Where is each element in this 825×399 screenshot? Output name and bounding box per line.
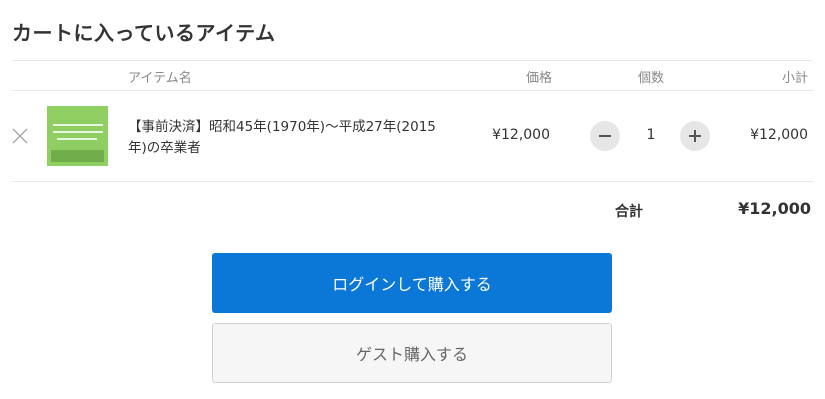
- close-icon: [12, 128, 28, 144]
- remove-item-button[interactable]: [10, 126, 30, 146]
- column-header-item: アイテム名: [128, 71, 192, 86]
- guest-purchase-label: ゲスト購入する: [355, 345, 468, 364]
- quantity-decrease-button[interactable]: [590, 121, 620, 151]
- login-purchase-label: ログインして購入する: [332, 275, 492, 294]
- page-title: カートに入っているアイテム: [12, 21, 276, 45]
- row-subtotal: ¥12,000: [750, 127, 808, 143]
- total-label: 合計: [615, 204, 643, 220]
- column-header-subtotal: 小計: [781, 71, 808, 86]
- product-name[interactable]: 【事前決済】昭和45年(1970年)～平成27年(2015年)の卒業者: [128, 117, 448, 159]
- divider: [12, 60, 813, 61]
- login-purchase-button[interactable]: ログインして購入する: [212, 253, 612, 313]
- divider: [12, 90, 813, 91]
- product-thumbnail[interactable]: [47, 106, 108, 166]
- guest-purchase-button[interactable]: ゲスト購入する: [212, 323, 612, 383]
- divider: [12, 181, 813, 182]
- column-header-price: 価格: [525, 71, 552, 86]
- quantity-value: 1: [646, 127, 656, 143]
- column-header-quantity: 個数: [637, 71, 664, 86]
- total-value: ¥12,000: [738, 199, 811, 218]
- product-price: ¥12,000: [492, 127, 550, 143]
